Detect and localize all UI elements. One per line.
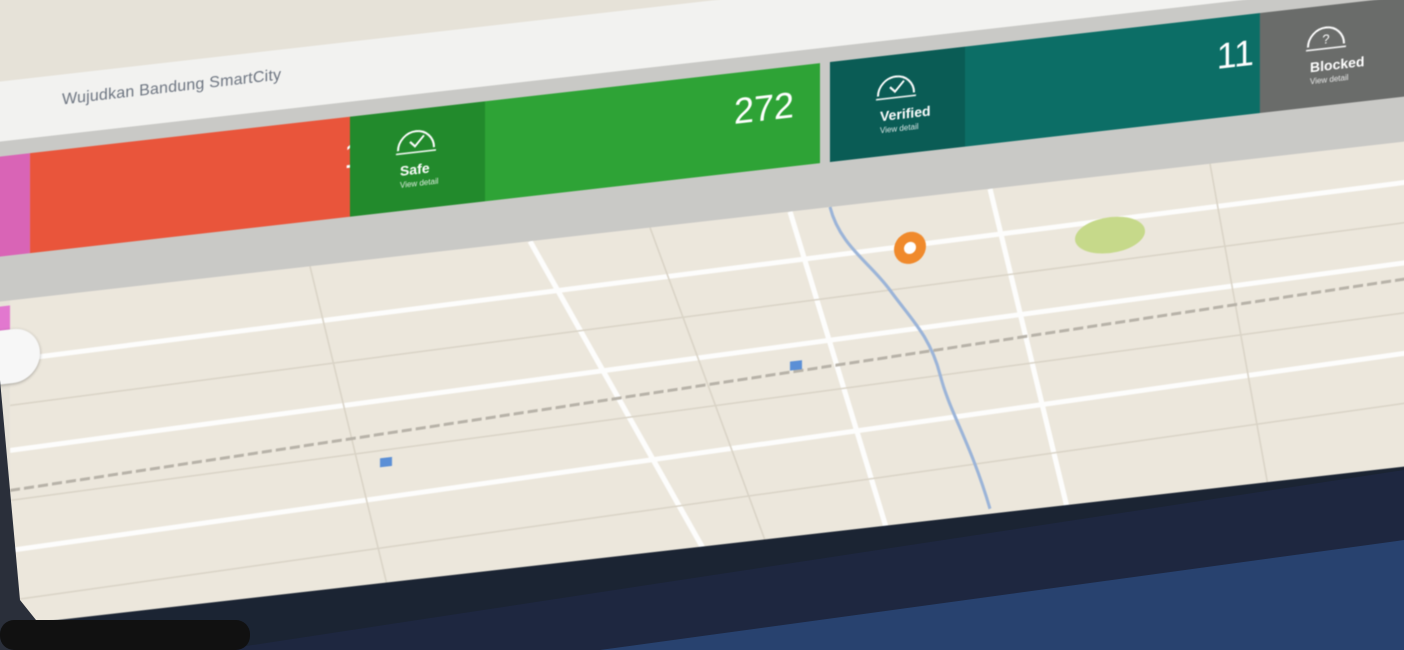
location-marker-icon (894, 231, 926, 265)
tile-pink[interactable] (0, 153, 30, 260)
gauge-question-icon: ? (1306, 26, 1346, 52)
tile-blocked-link[interactable]: View detail (1310, 73, 1349, 86)
gauge-check-icon (876, 75, 916, 101)
tile-safe-count: 272 (733, 84, 794, 132)
tile-verified-link[interactable]: View detail (880, 122, 919, 135)
keyboard-edge (0, 620, 250, 650)
tile-safe-iconbox: Safe View detail (350, 101, 485, 217)
tile-blocked[interactable]: ? Blocked View detail (1260, 0, 1404, 114)
tile-safe-link[interactable]: View detail (400, 177, 439, 190)
tile-blocked-label: Blocked (1310, 53, 1365, 76)
svg-text:?: ? (1322, 31, 1329, 47)
transit-icon (790, 360, 802, 371)
tile-verified-label: Verified (880, 102, 931, 125)
tile-safe-label: Safe (400, 159, 430, 180)
gauge-check-icon (396, 130, 436, 156)
dashboard-screen: Wujudkan Bandung SmartCity 1 Safe View d… (0, 0, 1404, 630)
tile-verified-iconbox: Verified View detail (830, 46, 965, 163)
tile-verified-count: 11 (1216, 31, 1254, 77)
transit-icon (380, 456, 392, 468)
park-area (1075, 216, 1145, 254)
tile-blocked-iconbox: ? Blocked View detail (1260, 0, 1404, 114)
